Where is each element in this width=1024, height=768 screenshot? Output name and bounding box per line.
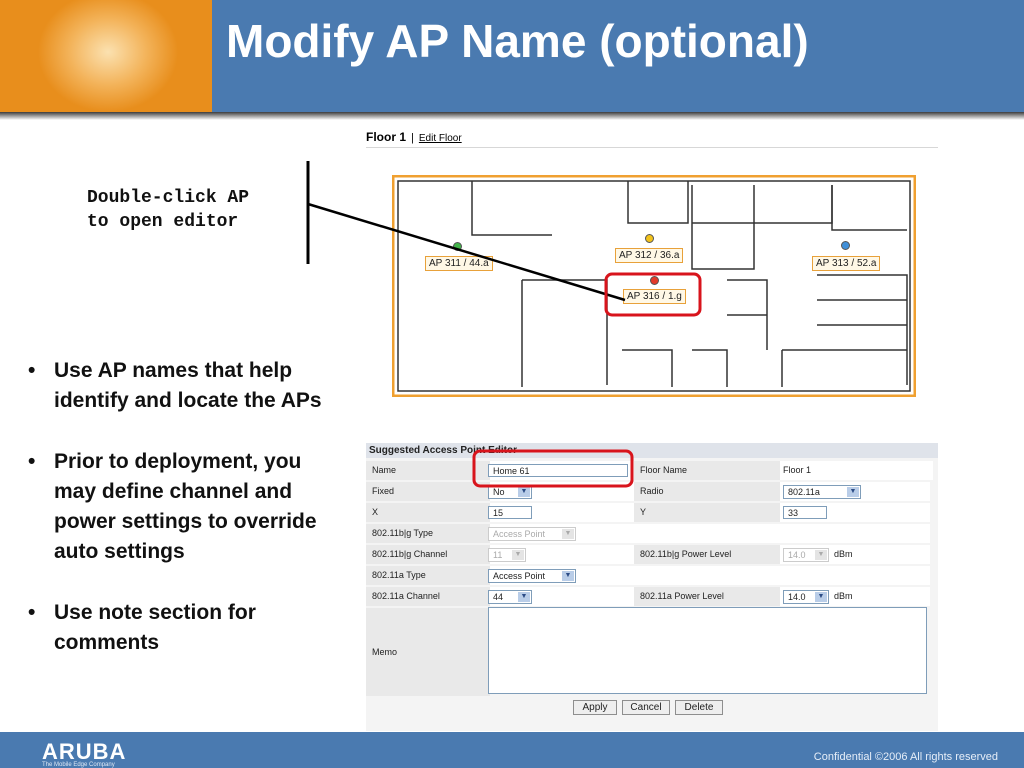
logo-tagline: The Mobile Edge Company: [42, 762, 115, 768]
annotation-overlay: [306, 161, 702, 488]
callout-pointer-line: [307, 202, 626, 302]
name-highlight-box: [472, 449, 634, 488]
confidential-notice: Confidential ©2006 All rights reserved: [813, 751, 998, 763]
slide-footer: ARUBA The Mobile Edge Company Confidenti…: [0, 732, 1024, 768]
ap-highlight-box: [604, 272, 702, 317]
